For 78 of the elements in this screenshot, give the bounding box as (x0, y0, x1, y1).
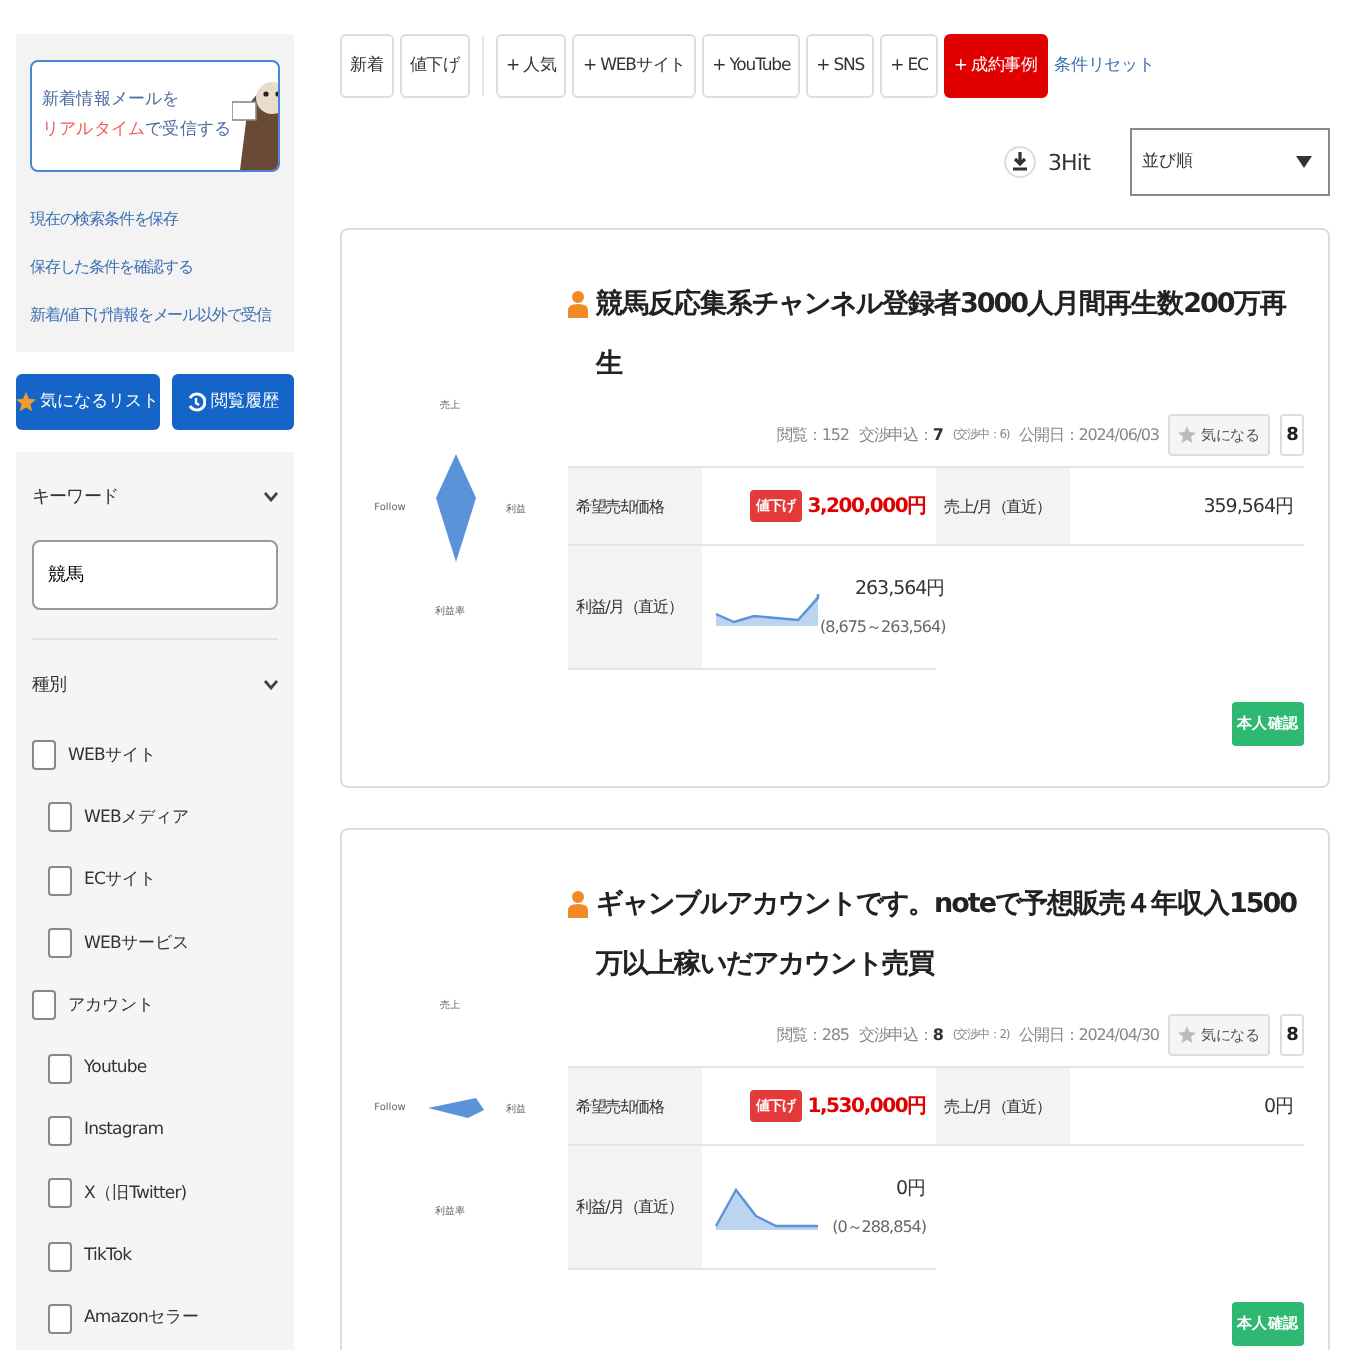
checkbox[interactable] (48, 1178, 72, 1209)
sidebar-link[interactable]: 保存した条件を確認する (30, 252, 280, 284)
table-cell: 売上/月（直近） (936, 468, 1070, 546)
table-cell: 希望売却価格 (568, 1068, 702, 1146)
profit-range: (0～288,854) (832, 1216, 926, 1238)
listing-title[interactable]: 競馬反応集系チャンネル登録者3000人月間再生数200万再生 (596, 274, 1304, 394)
table-cell: 0円 (1070, 1068, 1304, 1146)
filter-chip[interactable]: + SNS (806, 34, 875, 98)
star-icon (16, 392, 36, 412)
checkbox[interactable] (48, 928, 72, 959)
filter-chip[interactable]: + WEBサイト (572, 34, 697, 98)
table-cell: 359,564円 (1070, 468, 1304, 546)
radar-chart-drawing (435, 454, 476, 562)
sidebar-link[interactable]: 現在の検索条件を保存 (30, 204, 280, 236)
checkbox[interactable] (32, 740, 56, 771)
star-icon (1178, 1026, 1197, 1044)
checkbox-label: WEBメディア (84, 805, 190, 830)
checkbox[interactable] (48, 1053, 72, 1084)
checkbox-label: TikTok (84, 1246, 132, 1267)
chevron-icon[interactable] (264, 491, 278, 501)
checkbox-label: Youtube (84, 1058, 147, 1079)
checkbox-label: アカウント (68, 993, 155, 1018)
reset-link[interactable]: 条件リセット (1054, 54, 1155, 78)
radar-chart-drawing (427, 1098, 484, 1118)
table-cell: 希望売却価格 (568, 468, 702, 546)
mail-banner[interactable]: 新着情報メールを リアルタイムで受信する (30, 60, 280, 172)
view-count: 閲覧：285 (777, 1024, 849, 1046)
offer-count: 交渉申込：8 (858, 1024, 943, 1046)
checkbox[interactable] (48, 1115, 72, 1146)
history-button[interactable]: 閲覧履歴 (171, 374, 294, 430)
chevron-icon[interactable] (264, 679, 278, 689)
profit-value: 263,564円 (854, 576, 946, 602)
table-cell: 利益/月（直近） (568, 1146, 702, 1270)
checkbox-label: WEBサイト (68, 743, 157, 768)
view-count: 閲覧：152 (777, 424, 849, 446)
checkbox-label: X（旧Twitter) (84, 1181, 187, 1206)
price-value: 1,530,000円 (807, 1094, 926, 1120)
filter-chip[interactable]: 値下げ (399, 34, 471, 98)
table-cell: 売上/月（直近） (936, 1068, 1070, 1146)
checkbox[interactable] (48, 1303, 72, 1334)
keyword-field[interactable]: 競馬 (32, 540, 278, 610)
checkbox-label: Amazonセラー (84, 1306, 200, 1331)
section-title: キーワード (32, 485, 119, 509)
dropdown-caret-icon (1296, 156, 1312, 168)
download-icon[interactable] (1003, 146, 1036, 178)
sidebar-link[interactable]: 新着/値下げ情報をメール以外で受信 (30, 300, 280, 332)
sparkline-drawing (714, 1185, 820, 1229)
publish-date: 公開日：2024/04/30 (1019, 1024, 1159, 1046)
checkbox-label: Instagram (84, 1120, 164, 1141)
favorites-list-button[interactable]: 気になるリスト (16, 374, 159, 430)
filter-chip[interactable]: + 成約事例 (943, 34, 1049, 98)
section-title: 種別 (32, 673, 67, 697)
filter-chip[interactable]: 新着 (340, 34, 394, 98)
star-icon (1178, 426, 1197, 444)
offer-count: 交渉申込：7 (858, 424, 943, 446)
checkbox[interactable] (48, 865, 72, 896)
checkbox-label: WEBサービス (84, 931, 190, 956)
checkbox-label: ECサイト (84, 868, 157, 893)
table-cell: 利益/月（直近） (568, 546, 702, 670)
person-icon (568, 890, 588, 918)
history-icon (186, 392, 207, 412)
hit-count: 3Hit (1047, 149, 1090, 175)
filter-chip[interactable]: + YouTube (702, 34, 801, 98)
profit-range: (8,675～263,564) (820, 616, 946, 638)
checkbox[interactable] (48, 1241, 72, 1272)
profit-value: 0円 (895, 1176, 926, 1202)
filter-chip[interactable]: + EC (880, 34, 938, 98)
person-icon (568, 290, 588, 318)
publish-date: 公開日：2024/06/03 (1019, 424, 1159, 446)
banner-text: 新着情報メールを リアルタイムで受信する (42, 87, 232, 144)
listing-title[interactable]: ギャンブルアカウントです。noteで予想販売４年収入1500万以上稼いだアカウント売買 (596, 874, 1304, 994)
filter-chip[interactable]: + 人気 (496, 34, 567, 98)
sort-dropdown[interactable]: 並び順 (1130, 128, 1330, 196)
checkbox[interactable] (48, 802, 72, 833)
checkbox[interactable] (32, 990, 56, 1021)
favorite-count: 8 (1280, 1014, 1304, 1056)
price-value: 3,200,000円 (807, 494, 926, 520)
favorite-count: 8 (1280, 414, 1304, 456)
